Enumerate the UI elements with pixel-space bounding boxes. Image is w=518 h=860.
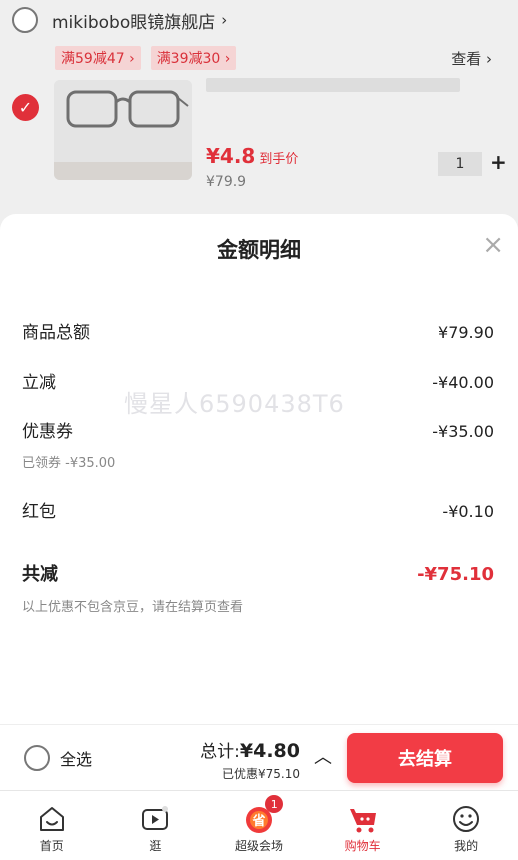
detail-row: 优惠券 -¥35.00 [22,417,494,442]
detail-row: 红包 -¥0.10 [22,497,494,522]
glasses-icon [54,80,192,180]
store-select-radio[interactable] [12,7,38,33]
total-amount: ¥4.80 [239,740,300,762]
tab-label: 购物车 [344,839,381,853]
total-label: 共减 [22,564,58,585]
select-all-radio[interactable] [24,745,50,771]
sheet-title: 金额明细 [217,238,301,262]
chevron-right-icon: › [221,11,228,29]
promo-tag[interactable]: 满59减47 › [55,46,141,70]
original-price: ¥79.9 [206,174,247,190]
detail-row: 商品总额 ¥79.90 [22,318,494,343]
tab-super-venue[interactable]: 省 1 超级会场 [207,791,311,860]
tab-cart[interactable]: 购物车 [311,791,415,860]
chevron-up-icon[interactable]: ︿ [314,743,332,769]
notification-badge: 1 [265,795,284,813]
row-label: 立减 [22,373,56,393]
checkout-bar: 全选 总计:¥4.80 已优惠¥75.10 ︿ 去结算 [0,724,518,790]
total-discount-row: 共减 -¥75.10 [22,560,494,586]
tab-label: 超级会场 [234,839,283,853]
checkout-button[interactable]: 去结算 [347,733,503,783]
watermark: 慢星人6590438T6 [124,390,345,418]
store-row[interactable]: mikibobo眼镜旗舰店 › [12,6,227,34]
coupon-sub-text: 已领券 -¥35.00 [22,456,116,471]
promo-tags: 满59减47 › 满39减30 › [55,46,237,70]
row-value: -¥0.10 [442,502,494,521]
profile-icon [453,806,480,832]
total-value: -¥75.10 [417,564,494,585]
total-line: 总计:¥4.80 [200,737,300,762]
promo-tag[interactable]: 满39减30 › [150,46,237,70]
row-value: ¥79.90 [438,323,494,342]
row-label: 红包 [22,502,56,522]
select-all[interactable]: 全选 [24,745,92,771]
row-value: -¥35.00 [432,422,494,441]
tab-home[interactable]: 首页 [0,791,104,860]
cart-icon [349,809,376,833]
row-value: -¥40.00 [432,373,494,392]
tab-label: 我的 [454,839,479,853]
row-label: 商品总额 [22,323,90,343]
quantity-input[interactable]: 1 [438,152,482,176]
cart-background: mikibobo眼镜旗舰店 › 满59减47 › 满39减30 › 查看 › ✓… [0,0,518,230]
tab-label: 首页 [39,839,64,853]
select-all-label[interactable]: 全选 [60,746,92,770]
store-name[interactable]: mikibobo眼镜旗舰店 [52,8,215,33]
bottom-tab-bar: 首页 逛 省 1 超级会场 购物车 我的 [0,790,518,860]
home-icon [39,807,64,831]
item-checked-icon[interactable]: ✓ [12,94,39,121]
check-more-link[interactable]: 查看 › [451,48,492,69]
discount-note: 以上优惠不包含京豆，请在结算页查看 [22,600,244,615]
row-label: 优惠券 [22,422,73,442]
svg-text:省: 省 [251,813,265,829]
close-icon[interactable]: × [482,232,504,258]
product-thumbnail[interactable] [54,80,192,180]
tab-profile[interactable]: 我的 [414,791,518,860]
quantity-plus-button[interactable]: + [490,150,507,174]
tab-browse[interactable]: 逛 [104,791,208,860]
saved-amount: 已优惠¥75.10 [222,767,300,781]
tab-label: 逛 [149,839,162,853]
amount-detail-sheet: 金额明细 × 商品总额 ¥79.90 立减 -¥40.00 慢星人6590438… [0,214,518,724]
product-title[interactable] [206,78,460,92]
video-icon [142,806,169,830]
product-price: ¥4.8 到手价 [206,144,299,168]
total-prefix: 总计: [200,742,240,762]
